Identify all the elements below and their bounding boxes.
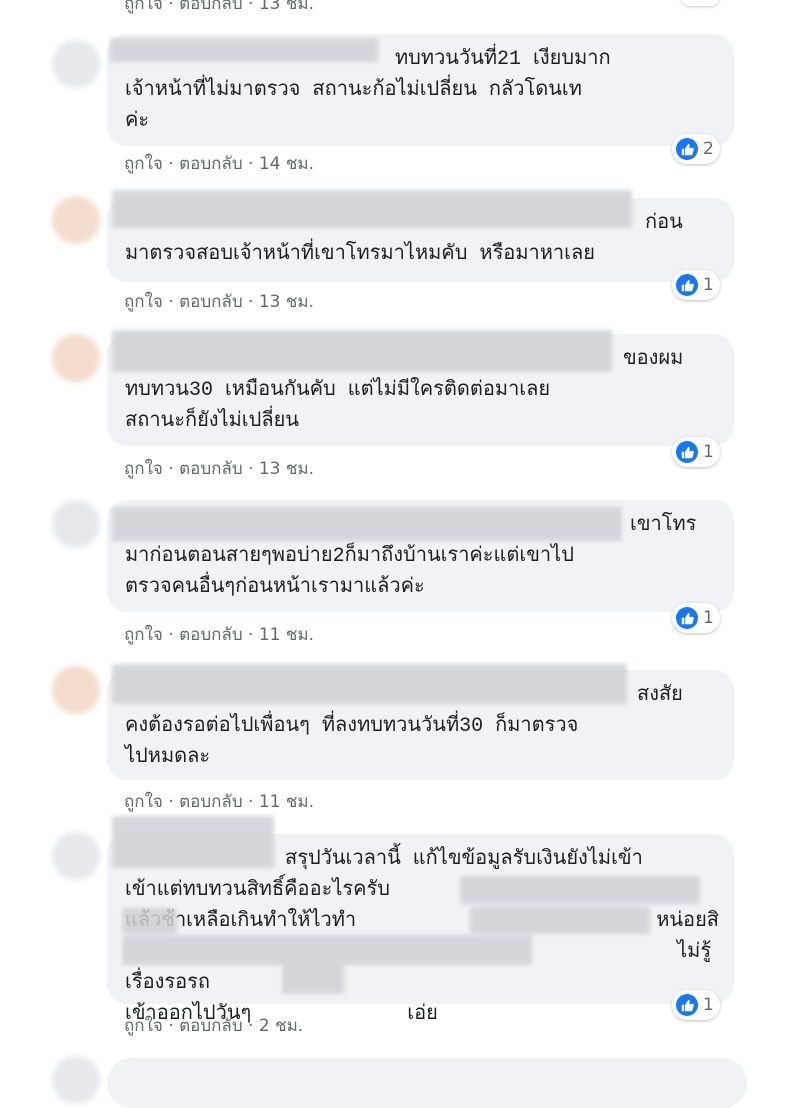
separator-dot: · — [168, 0, 180, 14]
commenter-name-redacted[interactable] — [112, 190, 632, 228]
like-link[interactable]: ถูกใจ — [124, 1016, 163, 1036]
separator-dot: · — [168, 292, 180, 312]
comment-actions: ถูกใจ · ตอบกลับ · 13 ชม. — [124, 455, 314, 482]
avatar[interactable] — [52, 832, 100, 880]
comment-actions: ถูกใจ · ตอบกลับ · 13 ชม. — [124, 288, 314, 315]
commenter-name-redacted[interactable] — [110, 38, 378, 62]
reply-link[interactable]: ตอบกลับ — [179, 1016, 243, 1036]
top-reaction-stub — [680, 0, 720, 6]
separator-dot: · — [248, 154, 259, 174]
redacted-text — [282, 962, 344, 994]
reaction-count[interactable]: 1 — [672, 990, 720, 1020]
like-link[interactable]: ถูกใจ — [124, 154, 163, 174]
reaction-number: 1 — [703, 275, 714, 295]
avatar[interactable] — [52, 40, 100, 88]
like-icon — [676, 994, 698, 1016]
like-link[interactable]: ถูกใจ — [124, 292, 163, 312]
reply-link[interactable]: ตอบกลับ — [179, 154, 243, 174]
comment-time: 13 ชม. — [258, 292, 315, 312]
reaction-count[interactable]: 2 — [672, 134, 720, 164]
commenter-name-redacted[interactable] — [112, 816, 274, 868]
like-link[interactable]: ถูกใจ — [124, 625, 163, 645]
redacted-text — [470, 906, 650, 934]
like-link[interactable]: ถูกใจ — [124, 792, 163, 812]
reaction-count[interactable]: 1 — [672, 270, 720, 300]
avatar[interactable] — [52, 334, 100, 382]
comment-actions: ถูกใจ · ตอบกลับ · 11 ชม. — [124, 788, 314, 815]
avatar — [52, 1056, 100, 1104]
redacted-text — [460, 876, 700, 904]
like-icon — [676, 441, 698, 463]
comment-input[interactable] — [107, 1058, 747, 1108]
like-link[interactable]: ถูกใจ — [124, 0, 163, 14]
redacted-text — [122, 935, 532, 965]
separator-dot: · — [248, 292, 259, 312]
separator-dot: · — [248, 1016, 259, 1036]
separator-dot: · — [168, 154, 180, 174]
separator-dot: · — [248, 0, 259, 14]
reply-link[interactable]: ตอบกลับ — [179, 459, 243, 479]
separator-dot: · — [248, 625, 259, 645]
separator-dot: · — [168, 792, 180, 812]
like-link[interactable]: ถูกใจ — [124, 459, 163, 479]
reaction-number: 2 — [703, 139, 714, 159]
comment-actions: ถูกใจ · ตอบกลับ · 14 ชม. — [124, 150, 314, 177]
avatar[interactable] — [52, 196, 100, 244]
comment-time: 2 ชม. — [258, 1016, 304, 1036]
comment-actions: ถูกใจ · ตอบกลับ · 2 ชม. — [124, 1012, 303, 1039]
reaction-number: 1 — [703, 608, 714, 628]
commenter-name-redacted[interactable] — [112, 330, 612, 372]
avatar[interactable] — [52, 500, 100, 548]
redacted-text — [122, 908, 177, 934]
reaction-number: 1 — [703, 995, 714, 1015]
comment-actions-top: ถูกใจ · ตอบกลับ · 13 ชม. — [124, 0, 314, 17]
reply-link[interactable]: ตอบกลับ — [179, 292, 243, 312]
like-icon — [676, 138, 698, 160]
comment-time: 14 ชม. — [258, 154, 315, 174]
separator-dot: · — [248, 792, 259, 812]
comment-actions: ถูกใจ · ตอบกลับ · 11 ชม. — [124, 621, 314, 648]
comment-time: 11 ชม. — [258, 625, 315, 645]
reply-link[interactable]: ตอบกลับ — [179, 625, 243, 645]
reply-link[interactable]: ตอบกลับ — [179, 0, 243, 14]
separator-dot: · — [168, 459, 180, 479]
reaction-count[interactable]: 1 — [672, 437, 720, 467]
comment-time: 13 ชม. — [258, 0, 315, 14]
reaction-number: 1 — [703, 442, 714, 462]
separator-dot: · — [168, 1016, 180, 1036]
commenter-name-redacted[interactable] — [112, 507, 622, 541]
like-icon — [676, 607, 698, 629]
comment-time: 13 ชม. — [258, 459, 315, 479]
reply-link[interactable]: ตอบกลับ — [179, 792, 243, 812]
commenter-name-redacted[interactable] — [112, 664, 627, 704]
comment-time: 11 ชม. — [258, 792, 315, 812]
reaction-count[interactable]: 1 — [672, 603, 720, 633]
separator-dot: · — [168, 625, 180, 645]
separator-dot: · — [248, 459, 259, 479]
like-icon — [676, 274, 698, 296]
avatar[interactable] — [52, 666, 100, 714]
